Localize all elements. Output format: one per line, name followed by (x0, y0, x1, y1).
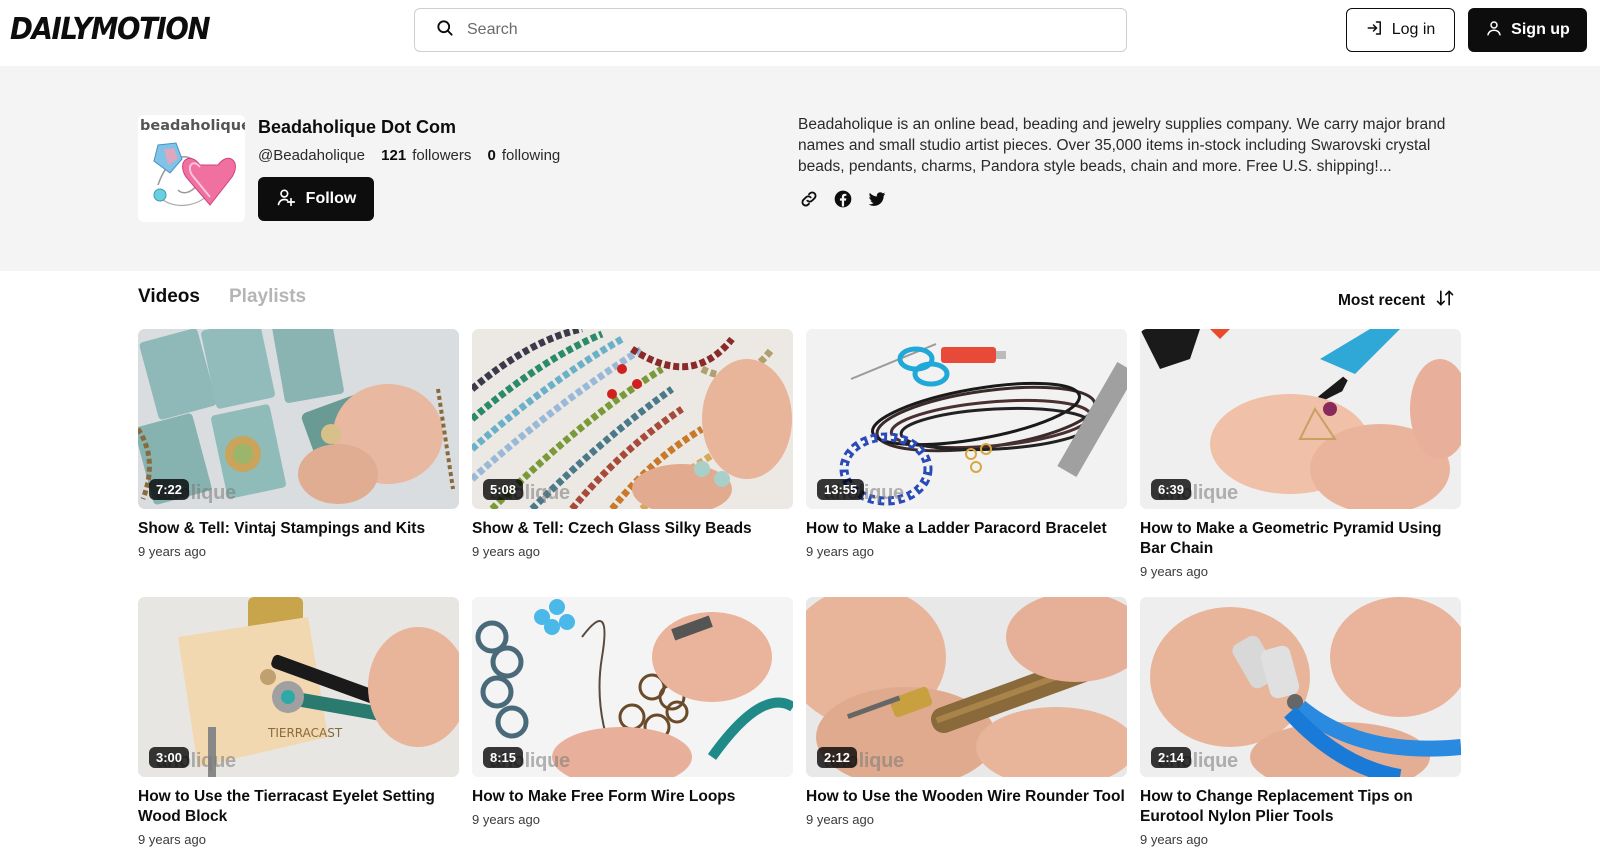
video-age: 9 years ago (138, 832, 206, 847)
video-age: 9 years ago (806, 812, 874, 827)
video-title[interactable]: Show & Tell: Czech Glass Silky Beads (472, 519, 793, 539)
following-count: 0 (487, 147, 496, 164)
video-thumbnail[interactable]: aholique 13:55 (806, 329, 1127, 509)
avatar-text: beadaholique (140, 118, 245, 134)
channel-bio: Beadaholique is an online bead, beading … (798, 116, 1446, 175)
video-title[interactable]: Show & Tell: Vintaj Stampings and Kits (138, 519, 459, 539)
signup-button[interactable]: Sign up (1468, 8, 1587, 52)
channel-handle: @Beadaholique (258, 147, 365, 164)
video-card[interactable]: aholique 2:14 How to Change Replacement … (1140, 597, 1461, 847)
video-thumbnail[interactable]: aholique 2:14 (1140, 597, 1461, 777)
login-icon (1366, 19, 1384, 42)
follow-button[interactable]: Follow (258, 177, 374, 221)
sort-dropdown[interactable]: Most recent (1338, 288, 1455, 313)
video-title[interactable]: How to Change Replacement Tips on Euroto… (1140, 787, 1461, 827)
video-card[interactable]: aholique 6:39 How to Make a Geometric Py… (1140, 329, 1461, 579)
video-thumbnail[interactable]: aholique 5:08 (472, 329, 793, 509)
video-card[interactable]: aholique 2:12 How to Use the Wooden Wire… (806, 597, 1127, 827)
search-icon (435, 18, 455, 43)
video-duration: 3:00 (149, 747, 190, 768)
follow-label: Follow (305, 190, 357, 207)
video-card[interactable]: aholique 5:08 Show & Tell: Czech Glass S… (472, 329, 793, 559)
svg-text:TIERRACAST: TIERRACAST (267, 726, 343, 740)
video-title[interactable]: How to Use the Wooden Wire Rounder Tool (806, 787, 1127, 807)
video-thumbnail[interactable]: TIERRACAST aholique 3:00 (138, 597, 459, 777)
video-age: 9 years ago (1140, 564, 1208, 579)
video-title[interactable]: How to Make Free Form Wire Loops (472, 787, 793, 807)
channel-name: Beadaholique Dot Com (258, 117, 457, 137)
following-label: following (501, 147, 561, 164)
video-age: 9 years ago (472, 544, 540, 559)
followers-label: followers (412, 147, 472, 164)
sort-icon (1435, 288, 1455, 313)
video-thumbnail[interactable]: aholique 7:22 (138, 329, 459, 509)
link-icon[interactable] (798, 188, 820, 210)
video-age: 9 years ago (138, 544, 206, 559)
video-duration: 7:22 (149, 479, 190, 500)
video-duration: 13:55 (817, 479, 865, 500)
video-thumbnail[interactable]: aholique 8:15 (472, 597, 793, 777)
video-card[interactable]: aholique 13:55 How to Make a Ladder Para… (806, 329, 1127, 559)
video-title[interactable]: How to Make a Geometric Pyramid Using Ba… (1140, 519, 1461, 559)
add-user-icon (276, 187, 296, 212)
login-label: Log in (1391, 21, 1436, 38)
login-button[interactable]: Log in (1346, 8, 1455, 52)
dailymotion-logo[interactable]: DAILYMOTION (10, 12, 211, 47)
video-duration: 6:39 (1151, 479, 1192, 500)
search-input[interactable] (467, 21, 1067, 39)
signup-label: Sign up (1511, 21, 1570, 38)
video-duration: 5:08 (483, 479, 524, 500)
video-title[interactable]: How to Use the Tierracast Eyelet Setting… (138, 787, 459, 827)
tab-videos[interactable]: Videos (138, 286, 200, 308)
video-duration: 2:12 (817, 747, 858, 768)
video-card[interactable]: TIERRACAST aholique 3:00 How to Use the … (138, 597, 459, 847)
video-duration: 8:15 (483, 747, 524, 768)
channel-avatar[interactable]: beadaholique (138, 115, 245, 222)
followers-count: 121 (381, 147, 407, 164)
twitter-icon[interactable] (866, 188, 888, 210)
video-thumbnail[interactable]: aholique 2:12 (806, 597, 1127, 777)
video-thumbnail[interactable]: aholique 6:39 (1140, 329, 1461, 509)
user-icon (1485, 19, 1503, 42)
top-header: DAILYMOTION Log in Sign up (0, 0, 1600, 66)
video-duration: 2:14 (1151, 747, 1192, 768)
social-links (798, 188, 888, 210)
video-card[interactable]: aholique 8:15 How to Make Free Form Wire… (472, 597, 793, 827)
search-bar[interactable] (414, 8, 1127, 52)
video-age: 9 years ago (472, 812, 540, 827)
facebook-icon[interactable] (832, 188, 854, 210)
video-card[interactable]: aholique 7:22 Show & Tell: Vintaj Stampi… (138, 329, 459, 559)
video-age: 9 years ago (806, 544, 874, 559)
channel-meta: @Beadaholique 121 followers 0 following (258, 147, 560, 164)
tab-playlists[interactable]: Playlists (229, 286, 306, 308)
video-title[interactable]: How to Make a Ladder Paracord Bracelet (806, 519, 1127, 539)
video-age: 9 years ago (1140, 832, 1208, 847)
sort-label: Most recent (1338, 291, 1425, 309)
